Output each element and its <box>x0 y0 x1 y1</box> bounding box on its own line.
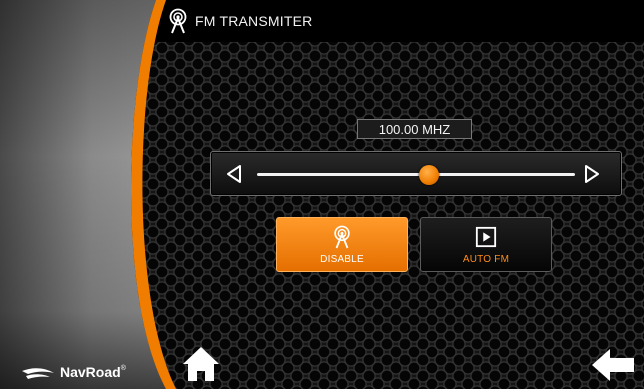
fm-transmitter-screen: FM TRANSMITER NavRoad® 100.00 MHZ DISABL… <box>0 0 644 389</box>
triangle-right-icon[interactable] <box>583 164 601 184</box>
navroad-logo-icon <box>22 368 54 379</box>
frequency-slider-panel <box>210 151 622 196</box>
side-panel-background <box>0 0 176 389</box>
auto-fm-button-label: AUTO FM <box>462 254 510 265</box>
radio-antenna-icon <box>334 225 350 249</box>
brand-name-text: NavRoad <box>60 364 121 380</box>
disable-button[interactable]: DISABLE <box>276 217 408 272</box>
auto-fm-button[interactable]: AUTO FM <box>420 217 552 272</box>
home-icon[interactable] <box>181 344 221 384</box>
disable-button-label: DISABLE <box>320 254 364 265</box>
back-arrow-icon[interactable] <box>590 347 636 383</box>
side-panel <box>0 0 180 389</box>
frequency-display: 100.00 MHZ <box>357 119 472 139</box>
page-title: FM TRANSMITER <box>195 13 313 29</box>
registered-mark: ® <box>120 365 126 372</box>
play-icon <box>475 226 497 248</box>
frequency-slider-track[interactable] <box>257 164 575 185</box>
brand-name: NavRoad® <box>60 364 126 380</box>
triangle-left-icon[interactable] <box>225 164 243 184</box>
frequency-slider-thumb[interactable] <box>418 164 439 185</box>
